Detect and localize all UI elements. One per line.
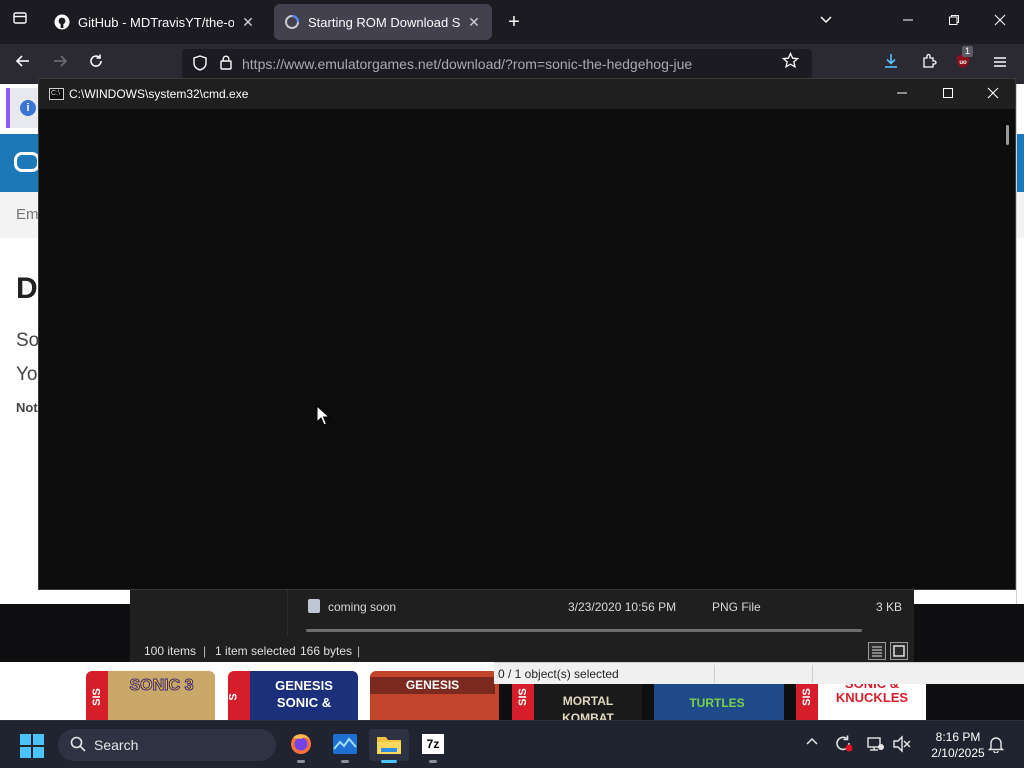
cmd-icon: C:\ (49, 88, 64, 100)
restore-icon[interactable] (940, 10, 968, 34)
windows-start-icon[interactable] (20, 734, 44, 758)
status-divider (714, 665, 715, 683)
cmd-title: C:\WINDOWS\system32\cmd.exe (69, 87, 249, 101)
cmd-title-bar[interactable]: C:\ C:\WINDOWS\system32\cmd.exe (39, 79, 1015, 109)
tab-overview-icon[interactable] (6, 10, 34, 34)
page-border (1016, 84, 1024, 604)
file-explorer-icon[interactable] (369, 729, 409, 763)
tab-close-icon[interactable]: ✕ (240, 14, 256, 31)
notifications-bell-icon[interactable] (985, 735, 1007, 756)
maximize-icon[interactable] (925, 79, 971, 109)
status-divider (812, 665, 813, 683)
tab-close-icon[interactable]: ✕ (466, 14, 482, 31)
file-type: PNG File (712, 600, 761, 614)
selection-status: 0 / 1 object(s) selected (498, 667, 619, 681)
selection-size: 166 bytes (300, 644, 353, 658)
show-hidden-icons-icon[interactable] (801, 735, 823, 752)
reload-icon[interactable] (83, 52, 109, 76)
status-separator: | (357, 644, 361, 658)
mouse-cursor-icon (316, 405, 331, 426)
details-view-icon[interactable] (868, 642, 886, 660)
large-icons-view-icon[interactable] (890, 642, 908, 660)
thumbnail-title: SONIC 3 (129, 677, 194, 695)
forward-icon[interactable] (47, 52, 73, 76)
file-size: 3 KB (876, 600, 903, 614)
list-all-tabs-icon[interactable] (812, 10, 840, 34)
page-text: Yo (16, 364, 38, 385)
lock-icon[interactable] (216, 55, 236, 73)
navigation-pane[interactable] (130, 586, 288, 636)
tab-github[interactable]: GitHub - MDTravisYT/the-old-c ✕ (44, 4, 266, 40)
page-title: D (16, 272, 38, 305)
tab-label: GitHub - MDTravisYT/the-old-c (78, 14, 234, 30)
tab-rom-download[interactable]: Starting ROM Download Sonic ✕ (274, 4, 492, 40)
cmd-window[interactable]: C:\ C:\WINDOWS\system32\cmd.exe (38, 78, 1016, 590)
7zip-status-bar: 0 / 1 object(s) selected (494, 662, 1024, 684)
thumbnail-title: TURTLES (689, 696, 745, 710)
close-window-icon[interactable] (986, 10, 1014, 34)
explorer-status-bar: 100 items | 1 item selected 166 bytes | (130, 638, 914, 662)
minimize-icon[interactable] (894, 10, 922, 34)
running-indicator (341, 760, 349, 763)
rom-thumbnail[interactable]: S GENESIS SONIC & (228, 671, 358, 720)
shield-icon[interactable] (190, 54, 210, 74)
page-text: So (16, 330, 40, 351)
svg-text:uo: uo (959, 60, 967, 66)
new-tab-button[interactable]: + (500, 10, 528, 34)
gamepad-icon[interactable] (14, 152, 40, 172)
minimize-icon[interactable] (879, 79, 925, 109)
vertical-scrollbar[interactable] (1006, 125, 1009, 145)
extension-badge: 1 (962, 46, 974, 57)
firefox-icon[interactable] (281, 729, 321, 763)
thumbnail-title: GENESIS (370, 677, 495, 694)
selection-count: 1 item selected (215, 644, 296, 658)
loading-icon (285, 15, 299, 29)
sync-alert-icon[interactable] (833, 735, 855, 756)
file-explorer-window: coming soon 3/23/2020 10:56 PM PNG File … (130, 586, 914, 662)
network-icon[interactable] (865, 735, 887, 756)
volume-muted-icon[interactable] (891, 735, 913, 756)
info-icon: i (20, 100, 36, 116)
tab-label: Starting ROM Download Sonic (308, 14, 460, 30)
weather-app-icon[interactable] (325, 729, 365, 763)
menu-icon[interactable] (987, 52, 1013, 76)
7zip-icon[interactable]: 7z (413, 729, 453, 763)
bookmark-star-icon[interactable] (777, 51, 803, 76)
running-indicator (381, 760, 397, 763)
png-file-icon (308, 599, 320, 613)
github-icon (54, 14, 70, 30)
item-count: 100 items (144, 644, 197, 658)
horizontal-scrollbar[interactable] (306, 629, 862, 632)
back-icon[interactable] (10, 52, 36, 76)
url-text[interactable]: https://www.emulatorgames.net/download/?… (242, 56, 692, 72)
taskbar: Search 7z 8:16 PM 2/10/2025 (0, 720, 1024, 768)
rom-thumbnail[interactable]: GENESIS (370, 671, 499, 720)
page-note: Not (16, 400, 38, 415)
close-icon[interactable] (970, 79, 1016, 109)
thumbnail-title: GENESIS SONIC & (275, 678, 333, 710)
taskbar-search[interactable]: Search (58, 729, 276, 761)
running-indicator (297, 760, 305, 763)
file-name: coming soon (328, 600, 397, 614)
extensions-icon[interactable] (916, 52, 942, 76)
ublock-icon[interactable]: uo 1 (950, 46, 976, 76)
browser-tab-bar: GitHub - MDTravisYT/the-old-c ✕ Starting… (0, 0, 1024, 44)
downloads-icon[interactable] (878, 52, 904, 76)
file-row[interactable]: coming soon 3/23/2020 10:56 PM PNG File … (308, 598, 908, 618)
status-separator: | (203, 644, 207, 658)
search-icon (70, 736, 86, 752)
file-date: 3/23/2020 10:56 PM (568, 600, 677, 614)
thumbnail-title: MORTAL KOMBAT (562, 694, 614, 720)
search-label: Search (94, 737, 139, 753)
url-bar[interactable]: https://www.emulatorgames.net/download/?… (182, 49, 812, 79)
rom-thumbnail[interactable]: SIS SONIC 3 (86, 671, 215, 720)
running-indicator (429, 760, 437, 763)
